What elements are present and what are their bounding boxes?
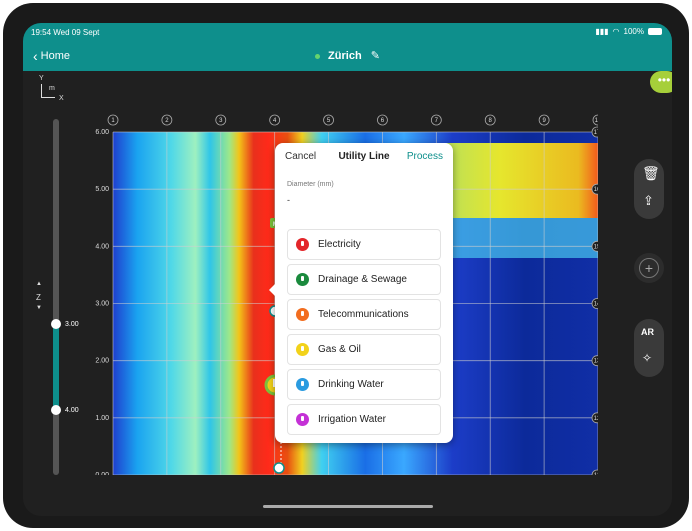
axis-indicator: Y m X — [37, 75, 67, 105]
utility-color-icon — [296, 378, 309, 391]
y-tick-label: 0.00 — [95, 472, 109, 475]
depth-slider-bottom-handle[interactable] — [51, 405, 61, 415]
grid-marker-label: 10 — [595, 118, 598, 124]
signal-icon: ▮▮▮ — [595, 27, 609, 36]
utility-item[interactable]: Electricity — [287, 229, 441, 260]
utility-item-label: Irrigation Water — [318, 414, 386, 425]
trash-icon[interactable]: 🗑 — [642, 165, 660, 182]
add-button[interactable]: + — [634, 253, 664, 283]
utility-item-label: Electricity — [318, 239, 361, 250]
utility-color-icon — [296, 273, 309, 286]
utility-color-icon — [296, 238, 309, 251]
wifi-icon: ◠ — [612, 27, 620, 36]
depth-slider-range — [53, 324, 59, 410]
utility-color-icon — [296, 308, 309, 321]
tablet-frame: 19:54 Wed 09 Sept ▮▮▮ ◠ 100% ‹ Home Züri… — [3, 3, 689, 528]
home-indicator — [263, 505, 433, 508]
top-grid-markers: 1 2 3 4 5 6 7 8 9 10 — [107, 114, 598, 126]
y-tick-label: 6.00 — [95, 129, 109, 136]
depth-slider-track[interactable] — [53, 119, 59, 475]
status-bar: 19:54 Wed 09 Sept ▮▮▮ ◠ 100% — [23, 23, 672, 41]
status-dot-icon — [315, 53, 321, 59]
z-arrows-down-icon: ▼ — [36, 305, 42, 311]
grid-marker-label: 7 — [435, 118, 439, 124]
utility-item-label: Drinking Water — [318, 379, 384, 390]
battery-label: 100% — [623, 27, 644, 36]
popup-arrow — [269, 283, 276, 297]
y-tick-label: 2.00 — [95, 358, 109, 365]
tool-group: AR ✧ — [634, 319, 664, 377]
utility-item-label: Gas & Oil — [318, 344, 361, 355]
axis-corner-icon — [41, 84, 55, 98]
status-time: 19:54 Wed 09 Sept — [31, 28, 100, 37]
y-tick-label: 5.00 — [95, 186, 109, 193]
project-name: Zürich — [328, 50, 362, 62]
depth-bottom-value: 4.00 — [65, 407, 79, 414]
grid-marker-label: 15 — [594, 244, 598, 250]
grid-marker-label: 6 — [381, 118, 385, 124]
utility-item[interactable]: Irrigation Water — [287, 404, 441, 435]
depth-top-value: 3.00 — [65, 321, 79, 328]
grid-marker-label: 1 — [111, 118, 115, 124]
grid-marker-label: 11 — [594, 473, 598, 475]
grid-marker-label: 14 — [594, 302, 598, 308]
grid-marker-label: 9 — [542, 118, 546, 124]
y-tick-label: 4.00 — [95, 243, 109, 250]
y-tick-label: 1.00 — [95, 415, 109, 422]
grid-marker-label: 2 — [165, 118, 169, 124]
plus-icon: + — [639, 258, 659, 278]
utility-item-label: Drainage & Sewage — [318, 274, 407, 285]
z-arrows-icon: ▲ — [36, 281, 42, 287]
depth-slider-top-handle[interactable] — [51, 319, 61, 329]
grid-marker-label: 17 — [594, 130, 598, 136]
grid-marker-label: 12 — [594, 416, 598, 422]
share-icon[interactable]: ⇪ — [643, 193, 654, 209]
utility-line-popup: Cancel Utility Line Process Diameter (mm… — [269, 143, 453, 443]
z-axis-label: Z — [36, 293, 41, 302]
grid-marker-label: 4 — [273, 118, 277, 124]
utility-item[interactable]: Drainage & Sewage — [287, 264, 441, 295]
trace-point-bottom[interactable] — [273, 462, 285, 474]
grid-marker-label: 5 — [327, 118, 331, 124]
status-right: ▮▮▮ ◠ 100% — [595, 27, 662, 36]
grid-marker-label: 16 — [594, 187, 598, 193]
utility-color-icon — [296, 343, 309, 356]
utility-color-icon — [296, 413, 309, 426]
y-tick-labels: 0.00 1.00 2.00 3.00 4.00 5.00 6.00 — [95, 129, 109, 475]
project-title[interactable]: Zürich ✎ — [23, 49, 672, 62]
utility-item[interactable]: Telecommunications — [287, 299, 441, 330]
more-button[interactable]: ••• — [650, 71, 672, 93]
grid-marker-label: 13 — [594, 359, 598, 365]
cancel-button[interactable]: Cancel — [285, 151, 316, 162]
nav-bar: ‹ Home Zürich ✎ — [23, 41, 672, 71]
utility-item[interactable]: Gas & Oil — [287, 334, 441, 365]
x-axis-label: X — [59, 95, 64, 102]
diameter-field[interactable]: - — [287, 195, 290, 205]
y-tick-label: 3.00 — [95, 301, 109, 308]
grid-marker-label: 3 — [219, 118, 223, 124]
utility-item[interactable]: Drinking Water — [287, 369, 441, 400]
popup-header: Cancel Utility Line Process — [275, 143, 453, 171]
process-button[interactable]: Process — [407, 151, 443, 162]
app-screen: 19:54 Wed 09 Sept ▮▮▮ ◠ 100% ‹ Home Züri… — [23, 23, 672, 516]
diameter-label: Diameter (mm) — [287, 181, 334, 188]
grid-marker-label: 8 — [489, 118, 493, 124]
y-axis-label: Y — [39, 75, 44, 82]
action-group: 🗑 ⇪ — [634, 159, 664, 219]
battery-icon — [648, 28, 662, 35]
pencil-icon[interactable]: ✎ — [371, 50, 380, 62]
magic-wand-icon[interactable]: ✧ — [642, 351, 652, 365]
ar-button[interactable]: AR — [641, 327, 654, 337]
utility-item-label: Telecommunications — [318, 309, 409, 320]
utility-type-list: Electricity Drainage & Sewage Telecommunic… — [287, 229, 441, 439]
